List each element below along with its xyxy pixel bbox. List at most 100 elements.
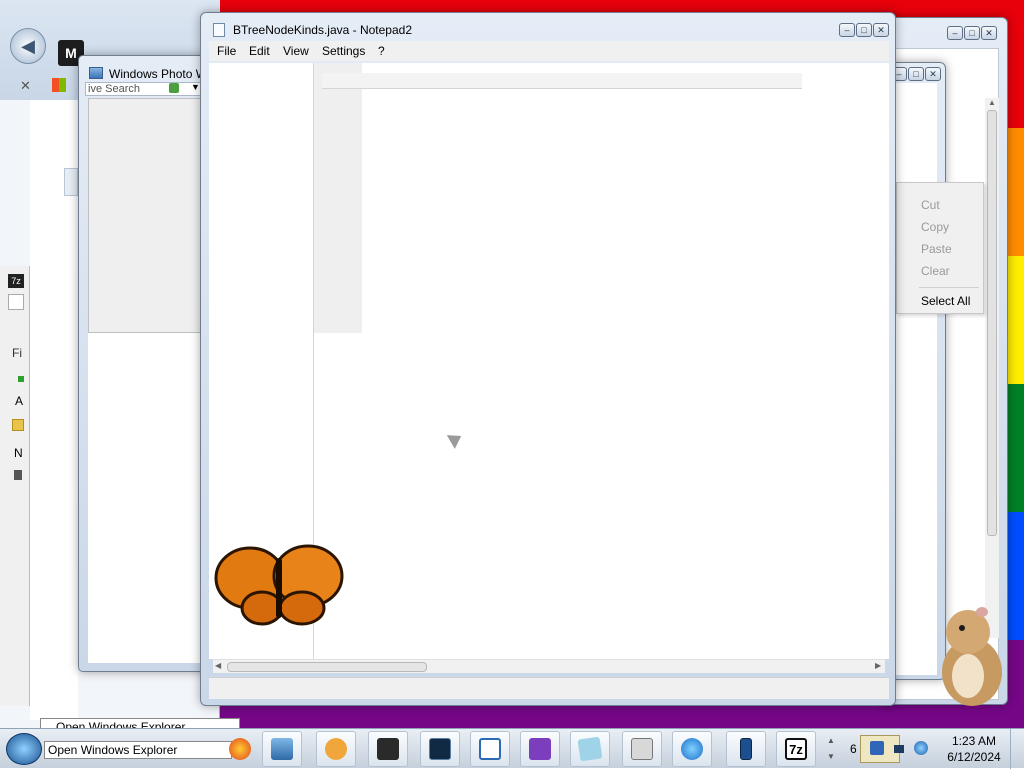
taskbar-media-player[interactable]	[316, 731, 356, 767]
system-tray: 6	[842, 729, 942, 769]
right-window-caption-buttons: – □ ✕	[947, 26, 997, 40]
clock-date: 6/12/2024	[947, 750, 1001, 764]
seven-zip-column-name[interactable]: N	[14, 446, 23, 460]
globe-icon[interactable]	[914, 741, 928, 755]
minimize-icon[interactable]: –	[839, 23, 855, 37]
taskbar-photo-viewer[interactable]	[262, 731, 302, 767]
taskbar-terminal[interactable]	[368, 731, 408, 767]
explorer-tooltip-lower: Open Windows Explorer	[44, 741, 232, 759]
taskbar-window[interactable]	[470, 731, 510, 767]
taskbar-internet-explorer[interactable]	[672, 731, 712, 767]
menu-edit[interactable]: Edit	[249, 44, 270, 58]
monitor-icon	[429, 738, 451, 760]
maximize-icon[interactable]: □	[856, 23, 872, 37]
seven-zip-add-icon[interactable]	[18, 376, 24, 382]
live-search-box[interactable]: ive Search	[85, 82, 205, 96]
search-go-icon[interactable]	[169, 83, 179, 93]
taskbar-7zip[interactable]: 7z	[776, 731, 816, 767]
7zip-label: 7z	[789, 741, 803, 757]
notepad-menu-bar: File Edit View Settings ?	[209, 41, 889, 61]
terminal-icon	[377, 738, 399, 760]
close-tab-icon[interactable]: ✕	[20, 78, 31, 94]
tray-number: 6	[850, 742, 857, 756]
taskbar-monitor[interactable]	[420, 731, 460, 767]
menu-file[interactable]: File	[217, 44, 236, 58]
taskbar-scroll-arrows[interactable]: ▲ ▼	[826, 733, 836, 765]
taskbar: Open Windows Explorer 7z ▲ ▼ 6 1:23 AM 6…	[0, 728, 1024, 769]
seven-zip-menu-file[interactable]: Fi	[12, 346, 22, 360]
context-menu: Cut Copy Paste Clear Select All	[896, 182, 984, 314]
context-menu-cut[interactable]: Cut	[921, 198, 940, 212]
show-desktop-button[interactable]	[1010, 729, 1024, 769]
menu-settings[interactable]: Settings	[322, 44, 365, 58]
context-menu-separator	[919, 287, 979, 288]
network-icon[interactable]	[870, 741, 884, 755]
folder-up-icon[interactable]	[12, 419, 24, 431]
menu-view[interactable]: View	[283, 44, 309, 58]
photo-viewer-icon	[271, 738, 293, 760]
taskbar-visual-studio[interactable]	[520, 731, 560, 767]
disk-icon	[631, 738, 653, 760]
seven-zip-window-partial[interactable]: 7z Fi A N	[0, 266, 30, 706]
tray-app-icon[interactable]	[894, 745, 904, 753]
hscroll-thumb[interactable]	[227, 662, 427, 672]
start-button[interactable]	[6, 733, 42, 765]
7zip-icon: 7z	[785, 738, 807, 760]
context-menu-paste[interactable]: Paste	[921, 242, 952, 256]
window-icon	[479, 738, 501, 760]
media-player-icon	[325, 738, 347, 760]
maximize-icon[interactable]: □	[964, 26, 980, 40]
notepad-caption-buttons: – □ ✕	[839, 23, 889, 37]
mid-window-caption-buttons: – □ ✕	[891, 67, 941, 81]
notepad-title: BTreeNodeKinds.java - Notepad2	[233, 23, 412, 37]
clock[interactable]: 1:23 AM 6/12/2024	[944, 733, 1004, 765]
browser-side-tab[interactable]	[64, 168, 78, 196]
right-window-scrollbar[interactable]: ▲	[985, 98, 999, 638]
back-arrow-icon: ◀	[21, 35, 35, 56]
taskbar-device[interactable]	[726, 731, 766, 767]
device-icon	[740, 738, 752, 760]
seven-zip-badge: 7z	[11, 276, 21, 286]
photo-viewer-icon	[89, 67, 103, 79]
notepad-icon	[213, 23, 225, 37]
seven-zip-address	[8, 294, 24, 310]
notepad-text-area[interactable]	[313, 63, 889, 659]
internet-explorer-icon	[681, 738, 703, 760]
context-menu-clear[interactable]: Clear	[921, 264, 950, 278]
notepad-toolbar-strip	[322, 73, 802, 89]
clock-time: 1:23 AM	[951, 734, 997, 748]
close-icon[interactable]: ✕	[981, 26, 997, 40]
photo-viewer-title: Windows Photo W	[109, 67, 208, 81]
mid-window-client	[889, 83, 937, 675]
menu-help[interactable]: ?	[378, 44, 385, 58]
firefox-icon	[229, 738, 251, 760]
drive-icon	[14, 470, 22, 480]
windows-flag-icon	[52, 78, 66, 92]
explorer-tooltip-lower-text: Open Windows Explorer	[48, 743, 178, 757]
scroll-right-icon[interactable]: ▶	[875, 661, 881, 670]
close-icon[interactable]: ✕	[925, 67, 941, 81]
taskbar-disk[interactable]	[622, 731, 662, 767]
live-search-text: ive Search	[88, 83, 140, 95]
context-menu-select-all[interactable]: Select All	[921, 294, 970, 308]
taskbar-firefox-icon[interactable]	[220, 731, 260, 767]
notepad-icon	[577, 736, 603, 762]
mouse-cursor-icon	[446, 429, 466, 449]
maximize-icon[interactable]: □	[908, 67, 924, 81]
minimize-icon[interactable]: –	[947, 26, 963, 40]
scroll-left-icon[interactable]: ◀	[215, 661, 221, 670]
close-icon[interactable]: ✕	[873, 23, 889, 37]
seven-zip-label-a: A	[15, 394, 24, 408]
notepad-status-bar	[209, 677, 889, 699]
scroll-up-icon[interactable]: ▲	[988, 98, 996, 107]
context-menu-copy[interactable]: Copy	[921, 220, 949, 234]
scrollbar-thumb[interactable]	[987, 110, 997, 536]
butterfly-icon	[214, 544, 344, 626]
visual-studio-icon	[529, 738, 551, 760]
back-button[interactable]: ◀	[10, 28, 46, 64]
seven-zip-title-icon: 7z	[8, 274, 24, 288]
hamster-icon	[942, 607, 1002, 706]
taskbar-notepad[interactable]	[570, 731, 610, 767]
notepad-hscrollbar[interactable]: ◀ ▶	[213, 659, 885, 673]
search-dropdown-icon[interactable]: ▼	[191, 82, 200, 92]
